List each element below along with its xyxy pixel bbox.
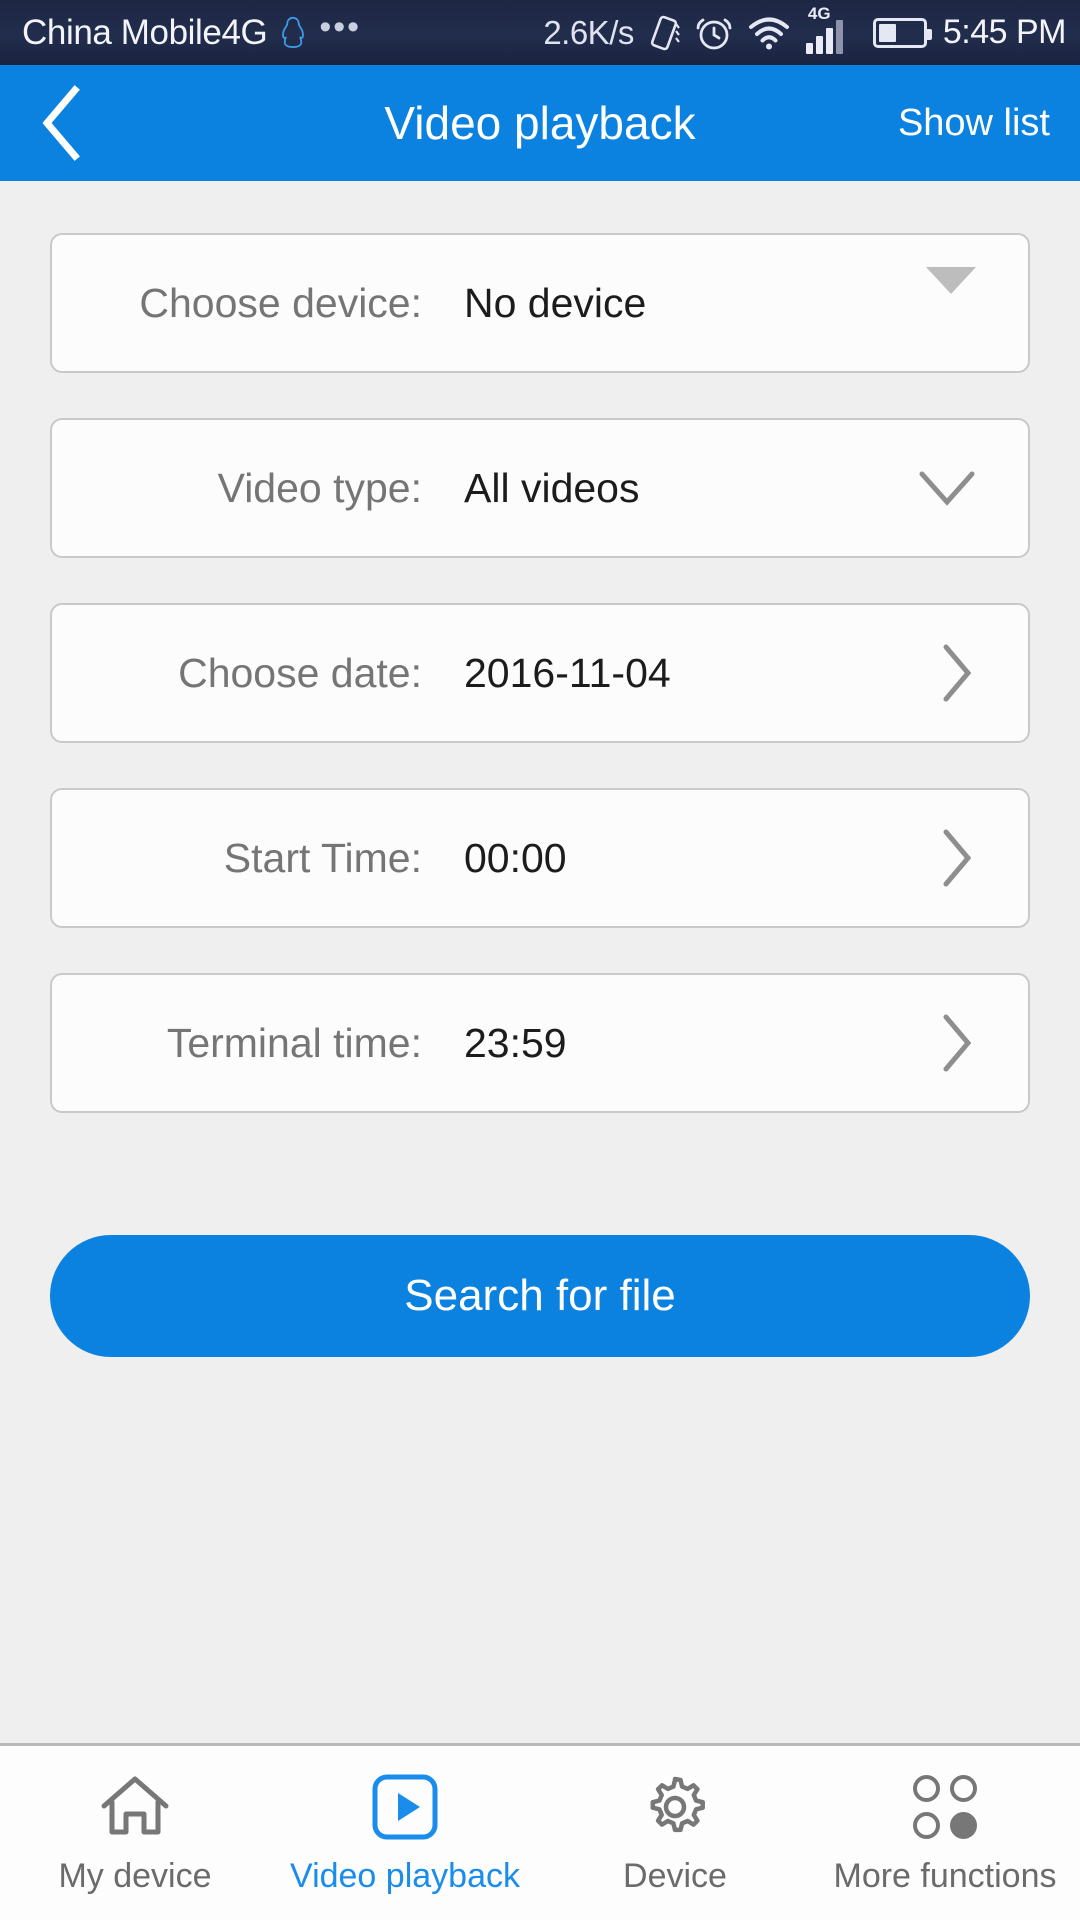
choose-date-row[interactable]: Choose date: 2016-11-04 bbox=[50, 603, 1030, 743]
nav-item-device[interactable]: Device bbox=[540, 1746, 810, 1920]
qq-penguin-icon bbox=[282, 16, 305, 48]
choose-date-label: Choose date: bbox=[178, 649, 422, 696]
start-time-label: Start Time: bbox=[223, 834, 422, 881]
nav-item-video-playback[interactable]: Video playback bbox=[270, 1746, 540, 1920]
nav-item-more-functions[interactable]: More functions bbox=[810, 1746, 1080, 1920]
vibrate-icon bbox=[650, 15, 680, 50]
video-type-label: Video type: bbox=[217, 464, 422, 511]
home-icon bbox=[98, 1771, 172, 1843]
signal-bars bbox=[805, 19, 843, 54]
gear-icon bbox=[639, 1771, 711, 1843]
start-time-row[interactable]: Start Time: 00:00 bbox=[50, 788, 1030, 928]
terminal-time-row[interactable]: Terminal time: 23:59 bbox=[50, 973, 1030, 1113]
battery-icon bbox=[872, 17, 932, 48]
status-bar: China Mobile4G ••• 2.6K/s 4G 5:45 PM bbox=[0, 0, 1080, 65]
status-bar-clock: 5:45 PM bbox=[942, 13, 1067, 51]
video-type-row[interactable]: Video type: All videos bbox=[50, 418, 1030, 558]
carrier-label: China Mobile4G bbox=[22, 12, 268, 52]
nav-label-more-functions: More functions bbox=[833, 1856, 1057, 1895]
bottom-navigation-bar: My device Video playback Device More fun… bbox=[0, 1743, 1080, 1920]
nav-item-my-device[interactable]: My device bbox=[0, 1746, 270, 1920]
choose-device-label: Choose device: bbox=[139, 279, 422, 326]
chevron-right-icon[interactable] bbox=[938, 827, 976, 889]
network-speed-label: 2.6K/s bbox=[543, 13, 634, 51]
start-time-value: 00:00 bbox=[464, 834, 567, 881]
play-square-icon bbox=[370, 1771, 440, 1843]
terminal-time-label: Terminal time: bbox=[166, 1019, 422, 1066]
terminal-time-value: 23:59 bbox=[464, 1019, 567, 1066]
status-bar-right: 2.6K/s 4G 5:45 PM bbox=[543, 0, 1067, 65]
chevron-right-icon[interactable] bbox=[938, 642, 976, 704]
status-bar-left: China Mobile4G ••• bbox=[22, 7, 362, 53]
alarm-clock-icon bbox=[696, 18, 732, 49]
chevron-right-icon[interactable] bbox=[938, 1012, 976, 1074]
nav-label-device: Device bbox=[623, 1856, 727, 1895]
back-button[interactable] bbox=[0, 65, 120, 181]
app-header: Video playback Show list bbox=[0, 65, 1080, 181]
search-form: Choose device: No device Video type: All… bbox=[0, 181, 1080, 1113]
wifi-icon bbox=[748, 17, 789, 49]
triangle-down-icon[interactable] bbox=[926, 267, 976, 312]
video-type-value: All videos bbox=[464, 464, 640, 511]
search-for-file-button[interactable]: Search for file bbox=[50, 1235, 1030, 1357]
nav-label-video-playback: Video playback bbox=[290, 1856, 520, 1895]
choose-device-value: No device bbox=[464, 279, 647, 326]
nav-label-my-device: My device bbox=[58, 1856, 212, 1895]
show-list-button[interactable]: Show list bbox=[898, 65, 1050, 181]
choose-device-row[interactable]: Choose device: No device bbox=[50, 233, 1030, 373]
choose-date-value: 2016-11-04 bbox=[464, 649, 671, 696]
chevron-down-icon[interactable] bbox=[918, 468, 976, 508]
more-dots-icon: ••• bbox=[319, 7, 362, 46]
signal-strength-icon: 4G bbox=[804, 4, 860, 54]
grid-dots-icon bbox=[913, 1771, 977, 1843]
chevron-left-icon bbox=[42, 85, 80, 161]
